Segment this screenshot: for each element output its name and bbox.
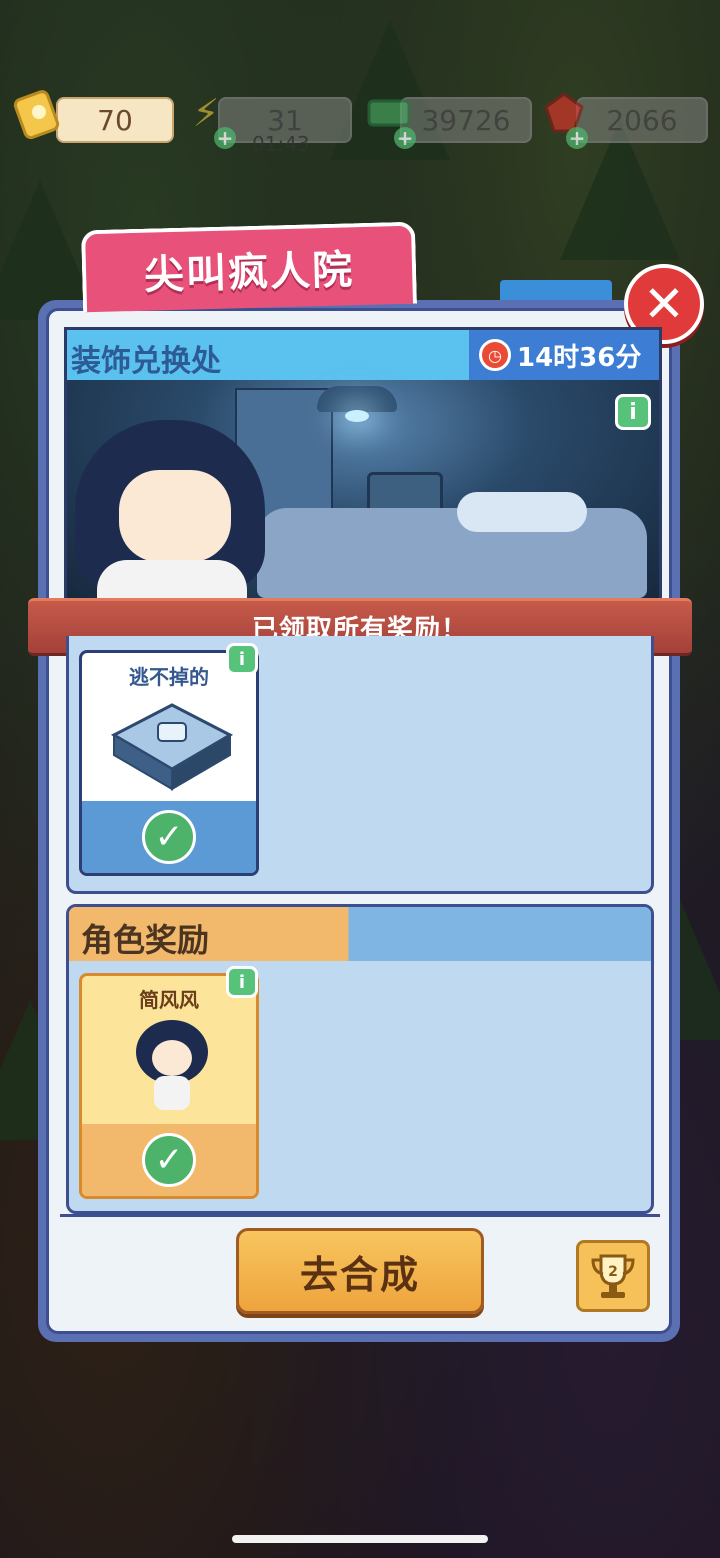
trophy-icon: 2 [591, 1254, 635, 1298]
tickets-counter[interactable]: 70 [13, 90, 174, 143]
ticket-icon [10, 85, 66, 141]
character-section-label: 角色奖励 [81, 921, 210, 959]
footer-divider [60, 1214, 660, 1217]
energy-timer: 01:43 [252, 132, 310, 156]
character-thumbnail [126, 1018, 218, 1118]
decoration-reward-card[interactable]: 逃不掉的 i ✓ [79, 643, 259, 876]
room-thumbnail [108, 697, 236, 793]
tickets-value: 70 [56, 97, 174, 143]
exchange-banner: 装饰兑换处 ◷ 14时36分 i [64, 327, 662, 605]
trophy-badge: 2 [608, 1264, 618, 1280]
ward-scene-image: i [67, 380, 659, 602]
gems-counter[interactable]: 2066 + [544, 92, 708, 149]
dialog-title-tab: 尖叫疯人院 [80, 221, 418, 313]
banner-label: 装饰兑换处 [71, 344, 221, 379]
gems-value: 2066 [576, 97, 708, 143]
countdown-text: 14时36分 [517, 342, 642, 373]
character-section-header: 角色奖励 [69, 907, 651, 961]
banner-header: 装饰兑换处 ◷ 14时36分 [67, 330, 659, 380]
trophy-button[interactable]: 2 [576, 1240, 650, 1312]
clock-icon: ◷ [479, 339, 511, 371]
check-icon: ✓ [142, 810, 196, 864]
character-portrait [67, 420, 277, 602]
decoration-card-footer: ✓ [82, 801, 256, 873]
cash-plus-icon[interactable]: + [394, 127, 416, 149]
decoration-info-icon[interactable]: i [226, 643, 258, 675]
character-info-icon[interactable]: i [226, 966, 258, 998]
character-card-footer: ✓ [82, 1124, 256, 1196]
energy-plus-icon[interactable]: + [214, 127, 236, 149]
character-reward-card[interactable]: 简风风 i ✓ [79, 966, 259, 1199]
gems-plus-icon[interactable]: + [566, 127, 588, 149]
close-icon: ✕ [643, 275, 685, 333]
cash-counter[interactable]: 39726 + [367, 97, 532, 149]
decoration-reward-section: 逃不掉的 i ✓ [66, 636, 654, 894]
home-indicator[interactable] [232, 1535, 488, 1543]
character-reward-section: 角色奖励 简风风 i ✓ [66, 904, 654, 1214]
banner-info-icon[interactable]: i [615, 394, 651, 430]
go-merge-button[interactable]: 去合成 [236, 1228, 484, 1314]
cash-value: 39726 [400, 97, 532, 143]
go-merge-label: 去合成 [299, 1252, 420, 1297]
check-icon: ✓ [142, 1133, 196, 1187]
countdown: ◷ 14时36分 [469, 330, 659, 380]
dialog-title: 尖叫疯人院 [143, 247, 355, 299]
